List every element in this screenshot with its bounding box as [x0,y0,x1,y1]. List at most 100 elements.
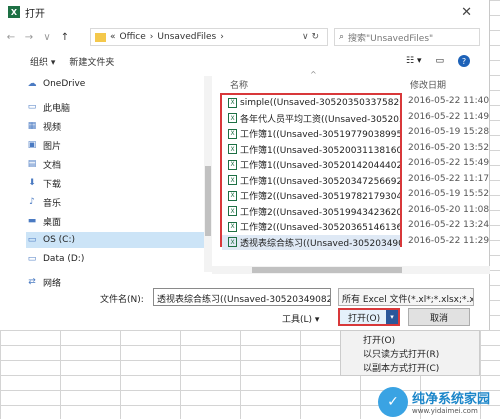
file-date: 2016-05-19 15:28 [408,127,490,137]
filename-input[interactable]: 透视表综合练习((Unsaved-30520349082€ ∨ [153,288,331,306]
file-list: Xsimple((Unsaved-3052035033758264... X各年… [220,93,402,250]
file-name: 工作簿2((Unsaved-305199434236200... [240,207,400,218]
file-name: 工作簿1((Unsaved-305200311381600... [240,145,400,156]
file-row[interactable]: X 工作簿2((Unsaved-305199434236200... [222,204,400,220]
refresh-icon[interactable]: ∨ ↻ [302,32,319,42]
file-row[interactable]: X 工作簿1((Unsaved-305201420444025... [222,157,400,173]
sidebar-item-label: 文档 [43,160,62,171]
file-row[interactable]: X 各年代人员平均工资((Unsaved-305203... [222,111,400,127]
file-row[interactable]: X 工作簿1((Unsaved-305203472566923... [222,173,400,189]
file-name: 透视表综合练习((Unsaved-3052034908... [240,238,400,249]
file-name: 工作簿1((Unsaved-305197790389952... [240,130,400,141]
breadcrumb-unsavedfiles[interactable]: UnsavedFiles [157,32,216,42]
address-bar[interactable]: « Office › UnsavedFiles › ∨ ↻ [90,28,328,46]
search-box[interactable]: ⌕ 搜索"UnsavedFiles" [334,28,480,46]
navigation-bar: ← → ∨ ↑ « Office › UnsavedFiles › ∨ ↻ ⌕ … [0,26,490,48]
view-options-icon[interactable]: ☷ ▾ [406,56,421,66]
sidebar-item-label: 桌面 [43,217,62,228]
command-toolbar: 组织 ▾ 新建文件夹 ☷ ▾ ▭ ? [0,52,490,70]
tools-button[interactable]: 工具(L) ▾ [282,312,319,325]
sort-arrow-icon: ^ [310,70,317,79]
cancel-button[interactable]: 取消 [408,308,470,326]
menu-item-open-read-only[interactable]: 以只读方式打开(R) [341,345,479,360]
excel-file-icon: X [228,159,237,170]
open-button[interactable]: 打开(O) ▾ [338,308,400,326]
filetype-select[interactable]: 所有 Excel 文件(*.xl*;*.xlsx;*.xl ∨ [338,288,474,306]
breadcrumb-separator[interactable]: › [220,32,224,42]
button-row: 工具(L) ▾ 打开(O) ▾ 取消 [0,308,490,326]
back-arrow-icon[interactable]: ← [4,32,18,43]
sidebar-item-label: 网络 [43,278,62,289]
up-arrow-icon[interactable]: ↑ [58,32,72,43]
file-row[interactable]: X 工作簿2((Unsaved-305197821793048... [222,188,400,204]
file-date: 2016-05-22 11:17 [408,173,490,184]
music-icon: ♪ [29,197,35,207]
excel-file-icon: X [228,128,237,139]
open-options-menu: 打开(O) 以只读方式打开(R) 以副本方式打开(C) [340,330,480,376]
sidebar-item-label: OS (C:) [43,235,75,245]
file-row[interactable]: Xsimple((Unsaved-3052035033758264... [222,95,400,111]
navigation-pane: ☁ OneDrive ▭ 此电脑 ▦ 视频 ▣ 图片 ▤ 文档 ⬇ 下载 ♪ 音乐 ▬ 桌面 ▭… [26,76,212,289]
file-name: 工作簿2((Unsaved-305203651461360... [240,223,400,234]
sidebar-item-documents[interactable]: ▤ 文档 [26,156,212,172]
file-row-selected[interactable]: X透视表综合练习((Unsaved-3052034908... [222,234,400,250]
excel-file-icon: X [228,221,237,232]
sidebar-item-desktop[interactable]: ▬ 桌面 [26,213,212,229]
scrollbar-thumb[interactable] [252,267,402,273]
close-icon[interactable]: ✕ [461,5,472,20]
drive-c-icon: ▭ [27,235,37,245]
organize-button[interactable]: 组织 ▾ [30,55,55,68]
file-name: 工作簿1((Unsaved-305203472566923... [240,176,400,187]
watermark: ✓ 纯净系统家园 www.yidaimei.com [378,384,500,419]
excel-file-icon: X [228,113,237,124]
sidebar-item-videos[interactable]: ▦ 视频 [26,118,212,134]
file-row[interactable]: X 工作簿1((Unsaved-305197790389952... [222,126,400,142]
filename-row: 文件名(N): 透视表综合练习((Unsaved-30520349082€ ∨ … [0,288,490,306]
menu-item-open[interactable]: 打开(O) [341,331,479,346]
column-header-date[interactable]: 修改日期 [410,78,446,91]
scrollbar-thumb[interactable] [205,166,211,236]
recent-dropdown-icon[interactable]: ∨ [40,32,54,43]
sidebar-item-onedrive[interactable]: ☁ OneDrive [26,76,212,92]
column-header-name[interactable]: 名称 [230,78,248,91]
menu-item-open-as-copy[interactable]: 以副本方式打开(C) [341,359,479,374]
sidebar-item-pictures[interactable]: ▣ 图片 [26,137,212,153]
new-folder-button[interactable]: 新建文件夹 [69,55,114,68]
document-icon: ▤ [27,159,37,169]
file-list-scrollbar[interactable] [212,266,490,274]
sidebar-item-label: 音乐 [43,198,62,209]
breadcrumb-overflow[interactable]: « [110,32,116,42]
sidebar-item-label: 图片 [43,141,62,152]
sidebar-item-drive-c[interactable]: ▭ OS (C:) [26,232,212,248]
breadcrumb-separator[interactable]: › [150,32,154,42]
file-row[interactable]: X 工作簿1((Unsaved-305200311381600... [222,142,400,158]
open-dropdown-arrow-icon[interactable]: ▾ [386,310,398,324]
folder-icon [95,32,106,42]
help-icon[interactable]: ? [458,55,470,67]
excel-file-icon: X [228,206,237,217]
sidebar-item-label: 下载 [43,179,62,190]
watermark-url: www.yidaimei.com [412,407,478,415]
pc-icon: ▭ [27,102,37,112]
open-button-label[interactable]: 打开(O) [340,311,386,324]
sidebar-item-drive-d[interactable]: ▭ Data (D:) [26,251,212,267]
filename-label: 文件名(N): [100,295,144,305]
download-icon: ⬇ [28,178,36,188]
sidebar-item-downloads[interactable]: ⬇ 下载 [26,175,212,191]
file-row[interactable]: X 工作簿2((Unsaved-305203651461360... [222,219,400,235]
preview-pane-icon[interactable]: ▭ [435,56,444,66]
forward-arrow-icon[interactable]: → [22,32,36,43]
sidebar-item-label: OneDrive [43,79,86,89]
dialog-title: 打开 [25,8,45,20]
file-date: 2016-05-22 11:49 [408,111,490,122]
sidebar-scrollbar[interactable] [204,76,212,272]
sidebar-item-music[interactable]: ♪ 音乐 [26,194,212,210]
search-icon: ⌕ [339,32,345,42]
file-date: 2016-05-22 13:24 [408,220,490,230]
breadcrumb-office[interactable]: Office [120,32,146,42]
sidebar-item-label: Data (D:) [43,254,85,264]
search-placeholder: 搜索"UnsavedFiles" [348,33,434,44]
open-file-dialog: X 打开 ✕ ← → ∨ ↑ « Office › UnsavedFiles ›… [0,0,490,330]
excel-file-icon: X [228,97,237,108]
sidebar-item-this-pc[interactable]: ▭ 此电脑 [26,99,212,115]
